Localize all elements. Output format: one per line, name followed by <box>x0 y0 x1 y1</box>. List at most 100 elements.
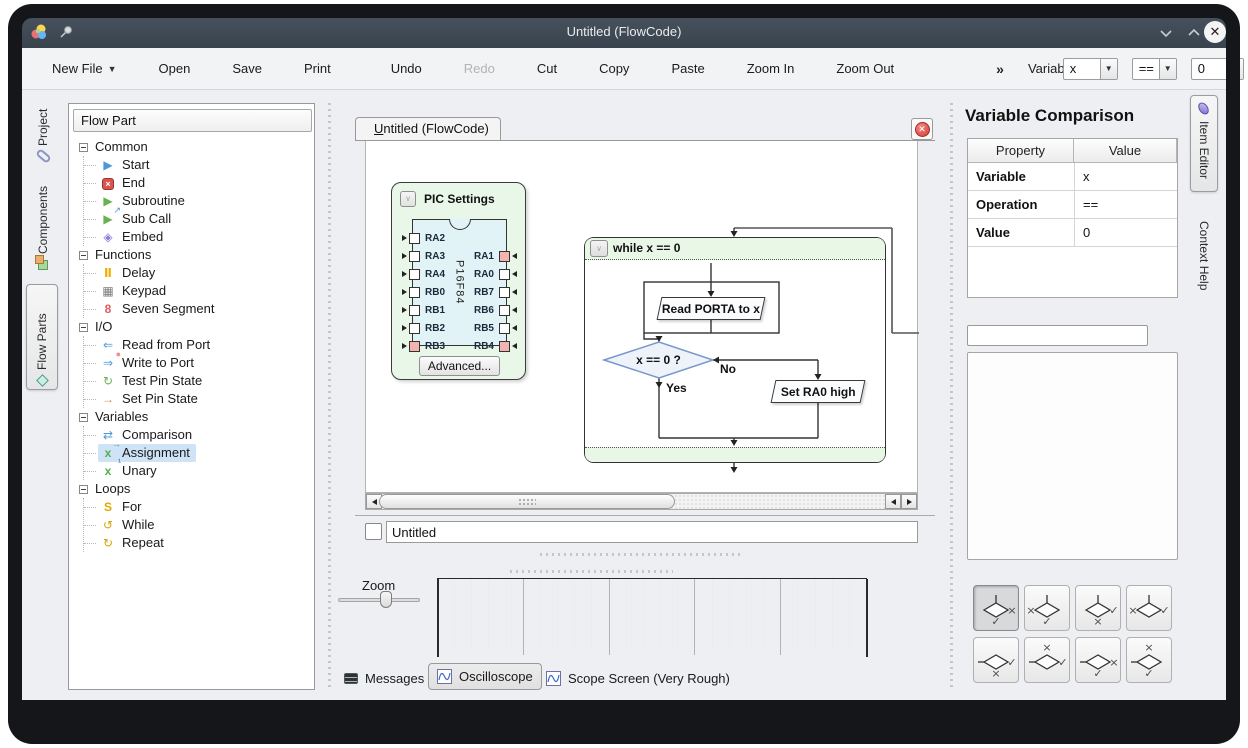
pin-rb3[interactable]: RB3 <box>402 337 448 355</box>
pin-box[interactable] <box>499 305 510 316</box>
while-collapse-button[interactable]: ∨ <box>590 240 608 257</box>
collapse-expander-icon[interactable] <box>79 413 88 422</box>
pin-box[interactable] <box>499 287 510 298</box>
pin-ra0[interactable]: RA0 <box>471 265 517 283</box>
scrollbar-thumb[interactable] <box>379 494 675 509</box>
pin-box[interactable] <box>409 233 420 244</box>
tree-group-i-o[interactable]: I/O <box>73 318 310 336</box>
flowchart-name-field[interactable] <box>386 521 918 543</box>
operation-combo[interactable]: ==▼ <box>1132 58 1177 80</box>
flow-parts-header[interactable]: Flow Part <box>73 109 312 132</box>
sidebar-tab-flow-parts[interactable]: Flow Parts <box>26 284 58 390</box>
minimize-icon[interactable] <box>1160 29 1172 37</box>
property-row-variable[interactable]: Variablex <box>968 163 1177 191</box>
variable-name-combo[interactable]: x▼ <box>1063 58 1118 80</box>
pin-box[interactable] <box>499 323 510 334</box>
tree-group-functions[interactable]: Functions <box>73 246 310 264</box>
tree-item-write-to-port[interactable]: ⇒●Write to Port <box>84 354 310 372</box>
pic-collapse-button[interactable]: ∨ <box>400 191 416 207</box>
item-editor-description-box[interactable] <box>967 352 1178 560</box>
property-row-operation[interactable]: Operation== <box>968 191 1177 219</box>
collapse-expander-icon[interactable] <box>79 143 88 152</box>
tree-item-for[interactable]: SFor <box>84 498 310 516</box>
tree-item-delay[interactable]: ⅡDelay <box>84 264 310 282</box>
pin-rb5[interactable]: RB5 <box>471 319 517 337</box>
zoom-slider-track[interactable] <box>338 598 420 602</box>
toolbar-overflow-chevron[interactable]: » <box>996 61 1004 77</box>
pin-ra4[interactable]: RA4 <box>402 265 448 283</box>
tree-item-sub-call[interactable]: ▶↗Sub Call <box>84 210 310 228</box>
copy-button[interactable]: Copy <box>599 61 629 76</box>
chevron-down-icon[interactable]: ▼ <box>1226 59 1243 79</box>
save-button[interactable]: Save <box>232 61 262 76</box>
pin-box[interactable] <box>409 341 420 352</box>
tree-item-set-pin-state[interactable]: →Set Pin State <box>84 390 310 408</box>
scroll-right-button[interactable] <box>901 494 917 509</box>
orientation-button-2[interactable]: ×✓ <box>1024 585 1070 631</box>
orientation-button-3[interactable]: ×✓ <box>1075 585 1121 631</box>
collapse-expander-icon[interactable] <box>79 485 88 494</box>
tree-item-embed[interactable]: ◈Embed <box>84 228 310 246</box>
tree-item-seven-segment[interactable]: 8Seven Segment <box>84 300 310 318</box>
scroll-left-button-2[interactable] <box>885 494 901 509</box>
pin-rb0[interactable]: RB0 <box>402 283 448 301</box>
scope-splitter[interactable] <box>510 570 673 573</box>
value-combo[interactable]: 0▼ <box>1191 58 1244 80</box>
left-splitter[interactable] <box>328 103 331 688</box>
pin-box[interactable] <box>499 251 510 262</box>
flowchart-canvas[interactable]: ∨ PIC Settings P16F84 RA2RA3RA4RB0RB1RB2… <box>365 141 918 493</box>
tree-group-loops[interactable]: Loops <box>73 480 310 498</box>
pin-rb4[interactable]: RB4 <box>471 337 517 355</box>
sidebar-tab-project[interactable]: Project <box>28 100 58 166</box>
orientation-button-5[interactable]: ×✓ <box>973 637 1019 683</box>
read-porta-shape[interactable]: Read PORTA to x <box>657 297 766 320</box>
paste-button[interactable]: Paste <box>671 61 704 76</box>
canvas-horizontal-scrollbar[interactable] <box>365 493 918 510</box>
print-button[interactable]: Print <box>304 61 331 76</box>
pin-box[interactable] <box>409 251 420 262</box>
new-file-button[interactable]: New File▼ <box>52 61 117 76</box>
chevron-down-icon[interactable]: ▼ <box>1159 59 1176 79</box>
pin-ra2[interactable]: RA2 <box>402 229 448 247</box>
tab-oscilloscope[interactable]: Oscilloscope <box>428 663 542 690</box>
close-window-button[interactable]: ✕ <box>1204 21 1226 43</box>
tree-item-unary[interactable]: x¹Unary <box>84 462 310 480</box>
cut-button[interactable]: Cut <box>537 61 557 76</box>
collapse-expander-icon[interactable] <box>79 251 88 260</box>
chevron-down-icon[interactable]: ▼ <box>1100 59 1117 79</box>
advanced-button[interactable]: Advanced... <box>419 356 500 376</box>
property-row-value[interactable]: Value0 <box>968 219 1177 247</box>
sidebar-tab-components[interactable]: Components <box>28 176 58 276</box>
decision-shape[interactable]: x == 0 ? <box>604 342 713 378</box>
property-value[interactable]: x <box>1074 163 1177 190</box>
orientation-button-1[interactable]: ×✓ <box>973 585 1019 631</box>
pin-rb6[interactable]: RB6 <box>471 301 517 319</box>
maximize-icon[interactable] <box>1188 29 1200 37</box>
pic-settings-panel[interactable]: ∨ PIC Settings P16F84 RA2RA3RA4RB0RB1RB2… <box>391 182 526 380</box>
pin-box[interactable] <box>499 269 510 280</box>
value-column-header[interactable]: Value <box>1074 139 1177 163</box>
pin-rb7[interactable]: RB7 <box>471 283 517 301</box>
pin-ra1[interactable]: RA1 <box>471 247 517 265</box>
orientation-button-6[interactable]: ×✓ <box>1024 637 1070 683</box>
pin-box[interactable] <box>409 287 420 298</box>
property-value[interactable]: 0 <box>1074 219 1177 246</box>
item-editor-input[interactable] <box>967 325 1148 346</box>
document-tab[interactable]: Untitled (FlowCode) <box>355 117 501 141</box>
pin-box[interactable] <box>409 323 420 334</box>
orientation-button-4[interactable]: ×✓ <box>1126 585 1172 631</box>
panel-tab-context-help[interactable]: Context Help <box>1192 215 1216 360</box>
pin-rb2[interactable]: RB2 <box>402 319 448 337</box>
property-column-header[interactable]: Property <box>968 139 1074 163</box>
undo-button[interactable]: Undo <box>391 61 422 76</box>
tab-scope-screen[interactable]: Scope Screen (Very Rough) <box>538 665 738 692</box>
zoom-slider-thumb[interactable] <box>380 591 392 608</box>
set-ra0-shape[interactable]: Set RA0 high <box>771 380 866 403</box>
right-splitter[interactable] <box>950 103 953 688</box>
collapse-expander-icon[interactable] <box>79 323 88 332</box>
zoom-out-button[interactable]: Zoom Out <box>836 61 894 76</box>
tree-item-test-pin-state[interactable]: ↻Test Pin State <box>84 372 310 390</box>
close-document-button[interactable]: ✕ <box>911 118 933 140</box>
pin-box[interactable] <box>409 269 420 280</box>
orientation-button-7[interactable]: ×✓ <box>1075 637 1121 683</box>
